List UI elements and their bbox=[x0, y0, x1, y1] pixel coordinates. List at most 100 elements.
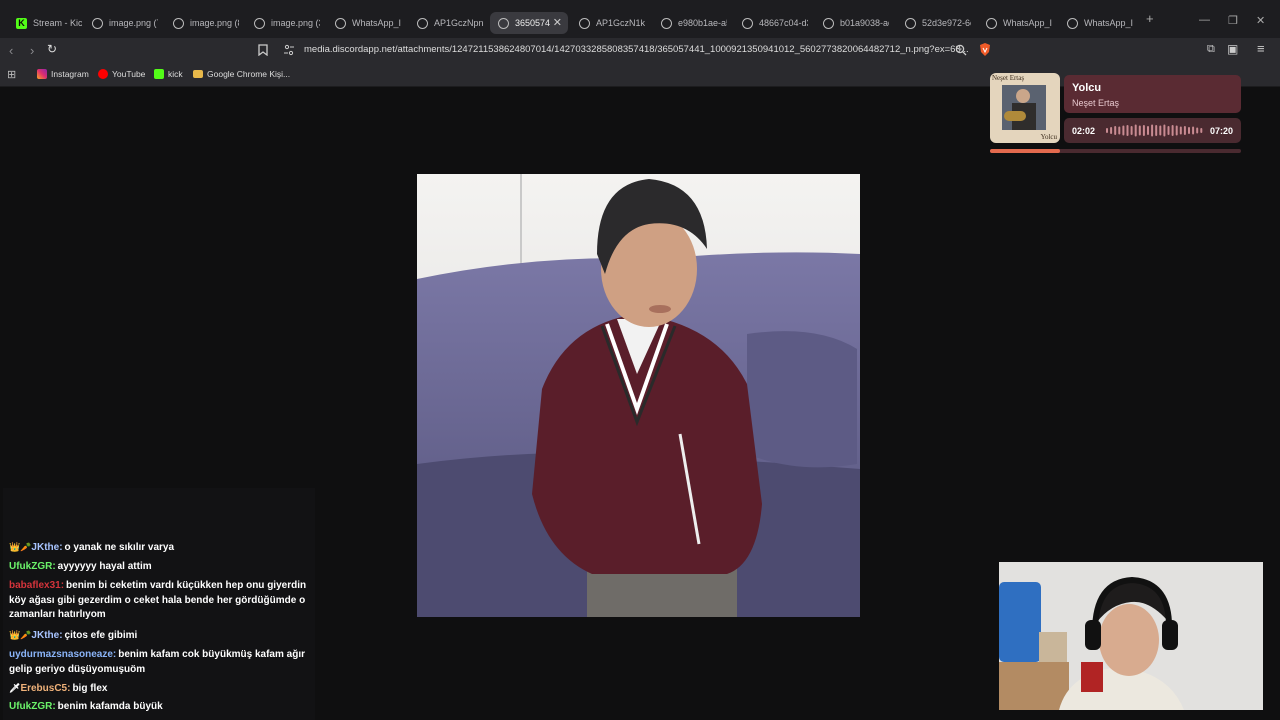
playback-panel: 02:02 07:20 bbox=[1064, 118, 1241, 143]
tab-2[interactable]: image.png (8 bbox=[165, 12, 239, 34]
close-tab-icon[interactable]: ✕ bbox=[553, 16, 562, 29]
tab-title: image.png (7 bbox=[109, 18, 158, 28]
badge-icon: 👑🥕 bbox=[9, 542, 32, 552]
waveform-bar bbox=[1147, 126, 1149, 135]
chat-message: UfukZGR: benim kafamda büyük bbox=[9, 700, 309, 715]
address-bar[interactable]: media.discordapp.net/attachments/1247211… bbox=[304, 44, 969, 55]
back-icon[interactable]: ‹ bbox=[9, 43, 13, 58]
forward-icon[interactable]: › bbox=[30, 43, 34, 58]
waveform-bar bbox=[1183, 126, 1186, 135]
close-window-button[interactable]: ✕ bbox=[1256, 14, 1265, 27]
waveform-bar bbox=[1179, 126, 1182, 135]
chat-message: babaflex31: benim bi ceketim vardı küçükk… bbox=[9, 579, 309, 623]
new-tab-button[interactable]: + bbox=[1146, 11, 1154, 26]
bookmark-youtube[interactable]: YouTube bbox=[98, 69, 145, 79]
tab-title: WhatsApp_Im bbox=[352, 18, 401, 28]
chat-username: UfukZGR: bbox=[9, 561, 56, 572]
tab-title: AP1GczNpnE bbox=[434, 18, 483, 28]
waveform-bar bbox=[1151, 124, 1154, 137]
minimize-button[interactable]: — bbox=[1199, 14, 1210, 26]
tab-title: 48667c04-d3 bbox=[759, 18, 808, 28]
tab-9[interactable]: 48667c04-d3 bbox=[734, 12, 808, 34]
stream-chat-overlay: 👑🥕JKthe: o yanak ne sıkılır varya UfukZGR:… bbox=[3, 488, 315, 720]
brave-shield-icon[interactable] bbox=[978, 42, 992, 57]
waveform-bar bbox=[1106, 128, 1108, 133]
tab-6[interactable]: 3650574 ✕ bbox=[490, 12, 568, 34]
site-info-icon[interactable] bbox=[283, 44, 295, 56]
menu-icon[interactable]: ≡ bbox=[1257, 41, 1265, 56]
tab-title: WhatsApp_Im bbox=[1084, 18, 1133, 28]
track-artist: Neşet Ertaş bbox=[1072, 98, 1120, 108]
chat-text: ayyyyyy hayal attim bbox=[57, 561, 152, 572]
waveform-bar bbox=[1163, 124, 1166, 137]
tab-4[interactable]: WhatsApp_Im bbox=[327, 12, 401, 34]
kick-icon bbox=[154, 69, 164, 79]
bookmark-kick[interactable]: kick bbox=[154, 69, 183, 79]
waveform-bar bbox=[1126, 125, 1129, 136]
tab-12[interactable]: WhatsApp_Im bbox=[978, 12, 1052, 34]
chat-username: JKthe: bbox=[31, 542, 63, 553]
chat-message: uydurmazsnasoneaze: benim kafam cok büyük… bbox=[9, 648, 309, 677]
tab-1[interactable]: image.png (7 bbox=[84, 12, 158, 34]
waveform-bar bbox=[1167, 126, 1170, 135]
tab-title: AP1GczN1kc bbox=[596, 18, 645, 28]
globe-icon bbox=[905, 17, 916, 29]
chat-username: JKthe: bbox=[31, 630, 63, 641]
globe-icon bbox=[986, 17, 997, 29]
webcam-feed bbox=[999, 562, 1263, 710]
waveform-bar bbox=[1122, 125, 1125, 136]
waveform-bar bbox=[1200, 128, 1203, 133]
tab-strip: K Stream - Kick image.png (7 image.png (8 im… bbox=[0, 0, 1280, 38]
globe-icon bbox=[498, 17, 509, 29]
tab-7[interactable]: AP1GczN1kc bbox=[571, 12, 645, 34]
waveform-bar bbox=[1192, 126, 1195, 135]
bookmark-icon[interactable] bbox=[258, 44, 268, 56]
tab-8[interactable]: e980b1ae-a5 bbox=[653, 12, 727, 34]
chat-message: 🗡ErebusC5: big flex bbox=[9, 681, 309, 697]
wallet-icon[interactable]: ▣ bbox=[1227, 42, 1238, 56]
bookmark-folder[interactable]: Google Chrome Kişi... bbox=[193, 69, 290, 79]
chat-text: o yanak ne sıkılır varya bbox=[64, 542, 175, 553]
globe-icon bbox=[173, 17, 184, 29]
webcam-overlay bbox=[999, 562, 1263, 710]
youtube-icon bbox=[98, 69, 108, 79]
chat-username: UfukZGR: bbox=[9, 701, 56, 712]
tab-5[interactable]: AP1GczNpnE bbox=[409, 12, 483, 34]
chat-text: big flex bbox=[72, 683, 108, 694]
tab-title: WhatsApp_Im bbox=[1003, 18, 1052, 28]
globe-icon bbox=[335, 17, 346, 29]
bookmark-instagram[interactable]: Instagram bbox=[37, 69, 89, 79]
now-playing-widget: Neşet Ertaş Yolcu Yolcu Neşet Ertaş 02:0… bbox=[990, 73, 1241, 153]
waveform-bar bbox=[1159, 125, 1162, 136]
tab-10[interactable]: b01a9038-ad bbox=[815, 12, 889, 34]
globe-icon bbox=[92, 17, 103, 29]
restore-button[interactable]: ❐ bbox=[1228, 14, 1238, 27]
zoom-icon[interactable] bbox=[955, 44, 967, 56]
tab-title: image.png (8 bbox=[190, 18, 239, 28]
apps-grid-icon[interactable]: ⊞ bbox=[7, 68, 16, 81]
chat-username: uydurmazsnasoneaze: bbox=[9, 649, 117, 660]
tab-3[interactable]: image.png (3 bbox=[246, 12, 320, 34]
chat-text: benim kafamda büyük bbox=[57, 701, 163, 712]
badge-icon: 🗡 bbox=[9, 683, 21, 693]
globe-icon bbox=[1067, 17, 1078, 29]
waveform-bar bbox=[1155, 125, 1158, 136]
boy-photo bbox=[417, 174, 860, 617]
tab-title: Stream - Kick bbox=[33, 18, 82, 28]
extensions-icon[interactable]: ⧉ bbox=[1207, 43, 1215, 56]
globe-icon bbox=[417, 17, 428, 29]
waveform-bar bbox=[1130, 126, 1133, 135]
badge-icon: 👑🥕 bbox=[9, 630, 32, 640]
tab-title: 52d3e972-6e bbox=[922, 18, 971, 28]
tab-13[interactable]: WhatsApp_Im bbox=[1059, 12, 1133, 34]
tab-0[interactable]: K Stream - Kick bbox=[8, 12, 82, 34]
total-time: 07:20 bbox=[1209, 126, 1233, 136]
progress-track[interactable] bbox=[990, 149, 1241, 153]
tab-11[interactable]: 52d3e972-6e bbox=[897, 12, 971, 34]
elapsed-time: 02:02 bbox=[1072, 126, 1096, 136]
tab-title: b01a9038-ad bbox=[840, 18, 889, 28]
reload-icon[interactable]: ↻ bbox=[47, 42, 57, 56]
waveform-bar bbox=[1188, 127, 1190, 134]
viewed-image[interactable] bbox=[417, 174, 860, 617]
waveform-bar bbox=[1110, 127, 1113, 134]
